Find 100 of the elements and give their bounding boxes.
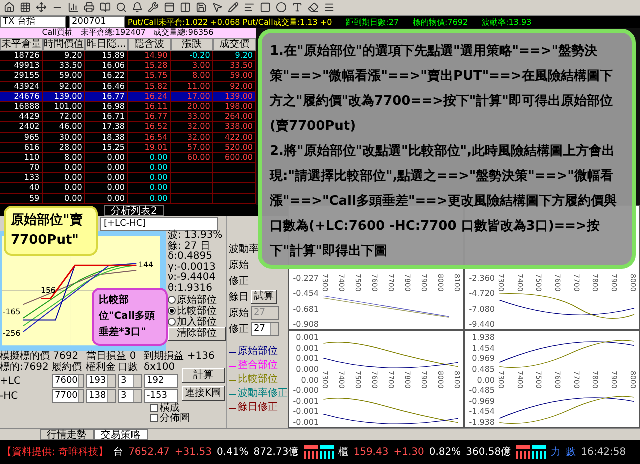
text-icon[interactable] — [292, 2, 303, 13]
strike-field[interactable]: 7700 — [52, 389, 84, 403]
market-name: 台 — [114, 446, 124, 459]
book-icon[interactable] — [100, 2, 111, 13]
table-cell: 520.00 — [213, 142, 256, 153]
y-axis-label: 0.00 — [300, 376, 319, 384]
menu-icon[interactable] — [324, 2, 335, 13]
action-button[interactable]: 計算 — [182, 368, 225, 383]
option-checkbox[interactable]: 分佈圖 — [150, 413, 226, 423]
form-header: 口數 — [118, 362, 139, 373]
simulation-text: 當日損益 0 — [86, 351, 136, 362]
delta-field[interactable]: -153 — [144, 389, 178, 403]
y-axis-label: -0.485 — [468, 386, 495, 396]
trial-button[interactable]: 試算 — [251, 290, 277, 304]
index-percent: 0.82% — [429, 446, 462, 458]
column-header[interactable]: 漲跌 — [170, 38, 214, 51]
info-text: 波動率:13.93 — [482, 16, 532, 28]
table-cell: 16.11 — [128, 102, 171, 112]
circle-icon[interactable] — [276, 2, 287, 13]
table-cell: 32.00 — [170, 122, 214, 132]
analysis-tab[interactable]: 分析列表2 — [104, 205, 164, 216]
search-icon[interactable] — [116, 2, 127, 13]
table-cell — [170, 173, 214, 184]
days-field[interactable]: 27 — [251, 322, 279, 336]
y-axis-label: -2.360 — [468, 274, 495, 283]
y-axis-label: 0.001 — [295, 354, 319, 364]
form-header: 履約價 — [52, 362, 83, 373]
table-cell: 16.77 — [85, 92, 128, 102]
month-select[interactable]: 200701 — [69, 16, 125, 28]
table-cell: -0.20 — [170, 51, 214, 62]
rectangle-icon[interactable] — [260, 2, 271, 13]
strike-field[interactable]: 7600 — [52, 374, 84, 388]
move-icon[interactable] — [36, 2, 47, 13]
legend-item: 整合部位 — [229, 360, 288, 372]
table-cell: 17.38 — [85, 122, 128, 132]
table-cell — [170, 163, 214, 174]
table-cell — [170, 183, 214, 194]
table-cell: 15.82 — [128, 82, 171, 92]
data-source: 【資料提供: 奇唯科技】 — [2, 446, 109, 459]
table-cell: 40 — [0, 183, 43, 194]
save-icon[interactable] — [196, 2, 207, 13]
put-call-ratio: Put/Call未平倉:1.022 +0.068 Put/Call成交量:1.13 +0 — [128, 16, 332, 28]
table-cell — [213, 183, 256, 194]
wrench-icon[interactable] — [148, 2, 159, 13]
pencil-icon[interactable] — [228, 2, 239, 13]
form-header: 標的:7692 — [0, 362, 50, 373]
table-cell: 0.00 — [42, 173, 86, 184]
greek-value: 餘: 27 日 — [168, 242, 212, 252]
action-button[interactable]: 連接K圖 — [182, 386, 225, 401]
sheet-tab[interactable]: 行情走勢 — [40, 429, 94, 440]
table-cell: 9.20 — [213, 51, 256, 62]
quantity-field[interactable]: 3 — [118, 389, 142, 403]
table-cell: 59 — [0, 194, 43, 204]
delta-field[interactable]: 192 — [144, 374, 178, 388]
home-icon[interactable] — [4, 2, 15, 13]
strategy-select[interactable]: [+LC-HC] — [100, 217, 218, 231]
lines-icon[interactable] — [244, 2, 255, 13]
pointer-icon[interactable] — [212, 2, 223, 13]
table-cell: 92.00 — [213, 82, 256, 92]
table-cell: 616 — [0, 142, 43, 153]
legend-item: 波動率修正 — [229, 388, 288, 400]
column-header[interactable]: 時間價值 — [42, 38, 86, 51]
panel-icon[interactable] — [164, 2, 175, 13]
table-cell: 16.06 — [85, 61, 128, 72]
table-cell: 16.24 — [128, 92, 171, 102]
info-text: 標的物價:7692 — [413, 16, 468, 28]
table-cell: 2402 — [0, 122, 43, 132]
instruction-text: 2.將"原始部位"改點選"比較部位",此時風險結構圖上方會出現:"請選擇比較部位",點選之==>"盤勢決策"==>"微幅看漲"==>"Call多頭垂差"==>更改風險結構圖下方履約價與口數為(+LC:7600 -HC:7700 口數皆改為3口)==>按下"計算"即得出下圖 — [270, 142, 618, 261]
grid-icon[interactable] — [20, 2, 31, 13]
y-axis-label: -0.908 — [292, 320, 319, 329]
table-cell: 0.00 — [128, 173, 171, 184]
bar-chart-icon[interactable] — [68, 2, 79, 13]
columns-icon[interactable] — [180, 2, 191, 13]
eraser-icon[interactable] — [308, 2, 319, 13]
y-axis-label: 0.001 — [295, 333, 319, 342]
premium-field[interactable]: 193 — [86, 374, 116, 388]
table-cell: 0.00 — [85, 163, 128, 174]
table-cell: 0.00 — [85, 173, 128, 184]
column-header[interactable]: 未平倉量 — [0, 38, 43, 51]
axis-label: 156 — [41, 286, 56, 295]
y-axis-label: -0.454 — [292, 289, 319, 298]
simulation-text: 到期損益 +136 — [144, 351, 215, 362]
table-cell: 133 — [0, 173, 43, 184]
column-header[interactable]: 昨日隱... — [85, 38, 128, 51]
premium-field[interactable]: 138 — [86, 389, 116, 403]
symbol-select[interactable]: TX 台指 — [0, 16, 66, 28]
quantity-field[interactable]: 3 — [118, 374, 142, 388]
option-checkbox[interactable]: 橫成 — [150, 403, 226, 413]
y-axis-label: -0.000 — [292, 386, 319, 396]
printer-icon[interactable] — [84, 2, 95, 13]
legend-item: 餘日修正 — [229, 402, 288, 414]
status-label: 數 — [566, 446, 576, 459]
y-axis-label: 0.000 — [295, 364, 319, 374]
column-header[interactable]: 隱含波 — [128, 38, 171, 51]
table-cell: 0.00 — [85, 183, 128, 194]
clear-button[interactable]: 清除部位 — [168, 327, 226, 341]
bell-icon[interactable] — [132, 2, 143, 13]
y-axis-label: -7.080 — [468, 304, 495, 314]
table-cell: 139.00 — [213, 92, 256, 102]
sheet-tab[interactable]: 交易策略 — [94, 429, 148, 440]
